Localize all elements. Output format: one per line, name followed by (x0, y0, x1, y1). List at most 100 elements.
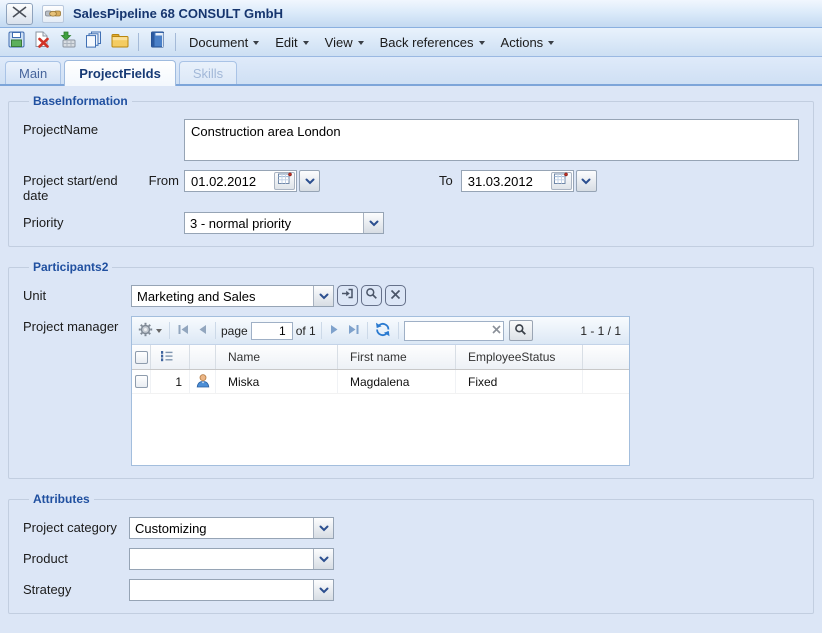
menu-back-references[interactable]: Back references (373, 32, 492, 53)
column-header-name[interactable]: Name (216, 345, 338, 369)
close-button[interactable] (6, 3, 33, 25)
column-header-first-name[interactable]: First name (338, 345, 456, 369)
column-header-employee-status[interactable]: EmployeeStatus (456, 345, 583, 369)
next-page-button[interactable] (327, 322, 342, 340)
menu-edit[interactable]: Edit (268, 32, 315, 53)
import-button[interactable] (56, 31, 80, 54)
menu-label: Actions (501, 35, 544, 50)
page-label: page (221, 324, 248, 338)
delete-button[interactable] (30, 31, 54, 54)
search-icon (514, 323, 527, 339)
from-date-dropdown-button[interactable] (299, 170, 320, 192)
product-label: Product (23, 548, 129, 566)
window-title: SalesPipeline 68 CONSULT GmbH (73, 6, 283, 21)
type-icon-column-header[interactable] (190, 345, 216, 369)
page-of-label: of 1 (296, 324, 316, 338)
unit-dropdown-button[interactable] (313, 286, 333, 306)
project-name-field[interactable]: Construction area London (184, 119, 799, 161)
unit-open-record-button[interactable] (337, 285, 358, 306)
from-calendar-button[interactable] (274, 172, 295, 190)
refresh-button[interactable] (373, 320, 393, 342)
product-value (130, 549, 313, 569)
close-icon (12, 5, 27, 23)
tab-projectfields[interactable]: ProjectFields (64, 60, 176, 86)
unit-search-button[interactable] (361, 285, 382, 306)
project-name-row: ProjectName Construction area London (23, 119, 799, 161)
unit-row: Unit Marketing and Sales (23, 285, 799, 307)
to-label: To (439, 170, 453, 188)
section-legend: BaseInformation (29, 94, 132, 108)
cell-name: Miska (216, 370, 338, 393)
first-page-button[interactable] (175, 322, 192, 340)
clear-search-icon[interactable] (492, 325, 501, 334)
chevron-down-icon (319, 287, 329, 305)
chevron-down-icon (303, 41, 309, 48)
last-page-button[interactable] (345, 322, 362, 340)
grid-header-row: Name First name EmployeeStatus (132, 345, 629, 370)
menu-view[interactable]: View (318, 32, 371, 53)
menu-label: Edit (275, 35, 297, 50)
project-category-combobox[interactable]: Customizing (129, 517, 334, 539)
grid-settings-button[interactable] (136, 320, 164, 342)
notebook-button[interactable] (145, 31, 169, 54)
section-base-information: BaseInformation ProjectName Construction… (8, 94, 814, 247)
product-combobox[interactable] (129, 548, 334, 570)
menu-actions[interactable]: Actions (494, 32, 562, 53)
open-folder-button[interactable] (108, 31, 132, 54)
to-date-field[interactable] (462, 171, 550, 191)
unit-combobox[interactable]: Marketing and Sales (131, 285, 334, 307)
tab-skills: Skills (179, 61, 237, 84)
record-window: SalesPipeline 68 CONSULT GmbH Document E… (0, 0, 822, 614)
to-date-dropdown-button[interactable] (576, 170, 597, 192)
chevron-down-icon (156, 329, 162, 336)
prev-page-button[interactable] (195, 322, 210, 340)
project-manager-label: Project manager (23, 316, 131, 334)
prev-page-icon (197, 324, 208, 338)
row-checkbox[interactable] (135, 375, 148, 388)
cell-filler (583, 370, 629, 393)
open-folder-icon (111, 32, 129, 53)
select-all-checkbox[interactable] (135, 351, 148, 364)
product-row: Product (23, 548, 799, 570)
project-dates-label: Project start/end date (23, 170, 135, 203)
gear-icon (138, 322, 154, 340)
chevron-down-icon (319, 581, 329, 599)
from-date-box (184, 170, 297, 192)
project-manager-row: Project manager (23, 316, 799, 466)
grid-search (404, 321, 504, 341)
refresh-icon (375, 322, 391, 340)
copy-button[interactable] (82, 31, 106, 54)
chevron-down-icon (369, 214, 379, 232)
table-row[interactable]: 1 Miska Magdalena Fixed (132, 370, 629, 394)
unit-clear-button[interactable] (385, 285, 406, 306)
clear-icon (390, 287, 401, 305)
strategy-dropdown-button[interactable] (313, 580, 333, 600)
tab-main[interactable]: Main (5, 61, 61, 84)
menu-document[interactable]: Document (182, 32, 266, 53)
project-name-label: ProjectName (23, 119, 184, 137)
row-number-column-header[interactable] (151, 345, 190, 369)
grid-toolbar-separator (367, 322, 368, 339)
to-calendar-button[interactable] (551, 172, 572, 190)
project-category-dropdown-button[interactable] (313, 518, 333, 538)
menu-label: View (325, 35, 353, 50)
from-date-field[interactable] (185, 171, 273, 191)
product-dropdown-button[interactable] (313, 549, 333, 569)
page-number-input[interactable] (251, 322, 293, 340)
priority-combobox[interactable]: 3 - normal priority (184, 212, 384, 234)
strategy-combobox[interactable] (129, 579, 334, 601)
save-button[interactable] (4, 31, 28, 54)
priority-row: Priority 3 - normal priority (23, 212, 799, 234)
chevron-down-icon (305, 172, 315, 190)
priority-dropdown-button[interactable] (363, 213, 383, 233)
grid-toolbar-separator (169, 322, 170, 339)
search-icon (365, 287, 378, 305)
notebook-icon (149, 31, 166, 53)
unit-label: Unit (23, 285, 131, 303)
grid-search-input[interactable] (404, 321, 504, 341)
calendar-icon (278, 172, 292, 190)
strategy-value (130, 580, 313, 600)
grid-search-button[interactable] (509, 320, 533, 341)
record-count-label: 1 - 1 / 1 (580, 324, 625, 338)
chevron-down-icon (479, 41, 485, 48)
